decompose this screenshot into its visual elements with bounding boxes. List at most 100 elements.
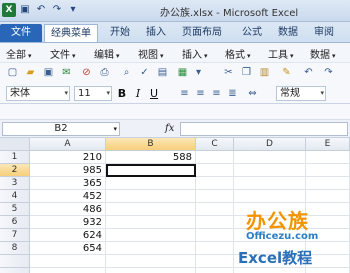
cell-d2[interactable] <box>234 164 306 177</box>
insert-function-icon[interactable]: fx <box>165 123 174 134</box>
cell-b6[interactable] <box>106 216 196 229</box>
cell-a8[interactable]: 654 <box>30 242 106 255</box>
align-right-icon[interactable]: ≡ <box>210 87 223 100</box>
tab-page-layout[interactable]: 页面布局 <box>176 24 228 42</box>
cell-d3[interactable] <box>234 177 306 190</box>
undo-icon[interactable]: ↶ <box>302 66 315 79</box>
justify-icon[interactable]: ≣ <box>226 87 239 100</box>
redo-icon[interactable]: ↷ <box>322 66 335 79</box>
save-icon[interactable]: ▣ <box>42 66 55 79</box>
tab-classic-menu[interactable]: 经典菜单 <box>44 24 98 42</box>
number-format-select[interactable]: 常规 ▾ <box>276 86 326 101</box>
row-header[interactable]: 5 <box>0 203 30 216</box>
research-icon[interactable]: ▤ <box>156 66 169 79</box>
row-header[interactable]: 6 <box>0 216 30 229</box>
row-header[interactable]: 3 <box>0 177 30 190</box>
empty-cell[interactable] <box>106 255 196 268</box>
new-icon[interactable]: ▢ <box>6 66 19 79</box>
cell-c5[interactable] <box>196 203 234 216</box>
cell-b8[interactable] <box>106 242 196 255</box>
cell-b7[interactable] <box>106 229 196 242</box>
tab-insert[interactable]: 插入 <box>140 24 172 42</box>
row-header[interactable]: 2 <box>0 164 30 177</box>
cell-b2[interactable] <box>106 164 196 177</box>
bold-button[interactable]: B <box>116 87 128 101</box>
column-header-a[interactable]: A <box>30 138 106 151</box>
font-size-select[interactable]: 11 ▾ <box>74 86 112 101</box>
empty-cell[interactable] <box>196 255 234 268</box>
tab-review[interactable]: 审阅 <box>308 24 340 42</box>
permission-icon[interactable]: ⊘ <box>80 66 93 79</box>
menu-insert[interactable]: 插入 ▾ <box>182 46 208 61</box>
cell-d4[interactable] <box>234 190 306 203</box>
cell-c6[interactable] <box>196 216 234 229</box>
menu-edit[interactable]: 编辑 ▾ <box>94 46 120 61</box>
align-left-icon[interactable]: ≡ <box>178 87 191 100</box>
formula-input[interactable] <box>180 122 348 136</box>
column-header-d[interactable]: D <box>234 138 306 151</box>
save-icon[interactable]: ▣ <box>18 3 32 17</box>
open-icon[interactable]: ▰ <box>24 66 37 79</box>
cell-e1[interactable] <box>306 151 350 164</box>
row-header[interactable]: 8 <box>0 242 30 255</box>
cell-c1[interactable] <box>196 151 234 164</box>
column-header-b[interactable]: B <box>106 138 196 151</box>
excel-icon[interactable]: ▦ <box>176 66 189 79</box>
row-header[interactable] <box>0 255 30 268</box>
cell-a7[interactable]: 624 <box>30 229 106 242</box>
menu-file[interactable]: 文件 ▾ <box>50 46 76 61</box>
undo-icon[interactable]: ↶ <box>34 3 48 17</box>
cell-a2[interactable]: 985 <box>30 164 106 177</box>
name-box[interactable]: B2 ▾ <box>2 122 120 136</box>
cell-c3[interactable] <box>196 177 234 190</box>
row-header[interactable]: 1 <box>0 151 30 164</box>
cell-a1[interactable]: 210 <box>30 151 106 164</box>
row-header[interactable] <box>0 268 30 273</box>
underline-button[interactable]: U <box>148 87 160 101</box>
cut-icon[interactable]: ✂ <box>222 66 235 79</box>
row-header[interactable]: 4 <box>0 190 30 203</box>
print-preview-icon[interactable]: ⌕ <box>120 66 133 79</box>
cell-e4[interactable] <box>306 190 350 203</box>
customize-qat-icon[interactable]: ▾ <box>66 3 80 17</box>
tab-formulas[interactable]: 公式 <box>236 24 268 42</box>
italic-button[interactable]: I <box>132 87 144 101</box>
cell-e3[interactable] <box>306 177 350 190</box>
menu-tools[interactable]: 工具 ▾ <box>268 46 294 61</box>
menu-format[interactable]: 格式 ▾ <box>225 46 251 61</box>
select-all-corner[interactable] <box>0 138 30 151</box>
cell-c4[interactable] <box>196 190 234 203</box>
row-header[interactable]: 7 <box>0 229 30 242</box>
cell-c2[interactable] <box>196 164 234 177</box>
empty-cell[interactable] <box>106 268 196 273</box>
font-family-select[interactable]: 宋体 ▾ <box>6 86 70 101</box>
cell-c7[interactable] <box>196 229 234 242</box>
format-painter-icon[interactable]: ✎ <box>280 66 293 79</box>
cell-d1[interactable] <box>234 151 306 164</box>
redo-icon[interactable]: ↷ <box>50 3 64 17</box>
empty-cell[interactable] <box>30 255 106 268</box>
align-center-icon[interactable]: ≡ <box>194 87 207 100</box>
cell-b5[interactable] <box>106 203 196 216</box>
empty-cell[interactable] <box>196 268 234 273</box>
menu-all[interactable]: 全部 ▾ <box>6 46 32 61</box>
cell-a6[interactable]: 932 <box>30 216 106 229</box>
cell-a3[interactable]: 365 <box>30 177 106 190</box>
email-icon[interactable]: ✉ <box>60 66 73 79</box>
excel-logo-icon[interactable]: X <box>2 3 16 17</box>
chevron-down-icon[interactable]: ▾ <box>192 66 205 79</box>
tab-home[interactable]: 开始 <box>104 24 136 42</box>
cell-a4[interactable]: 452 <box>30 190 106 203</box>
cell-b3[interactable] <box>106 177 196 190</box>
column-header-e[interactable]: E <box>306 138 350 151</box>
cell-c8[interactable] <box>196 242 234 255</box>
menu-view[interactable]: 视图 ▾ <box>138 46 164 61</box>
print-icon[interactable]: ⎙ <box>98 66 111 79</box>
cell-e2[interactable] <box>306 164 350 177</box>
merge-center-icon[interactable]: ⇔ <box>246 87 259 100</box>
copy-icon[interactable]: ❐ <box>240 66 253 79</box>
cell-a5[interactable]: 486 <box>30 203 106 216</box>
cell-b1[interactable]: 588 <box>106 151 196 164</box>
menu-data[interactable]: 数据 ▾ <box>310 46 336 61</box>
paste-icon[interactable]: ▥ <box>258 66 271 79</box>
